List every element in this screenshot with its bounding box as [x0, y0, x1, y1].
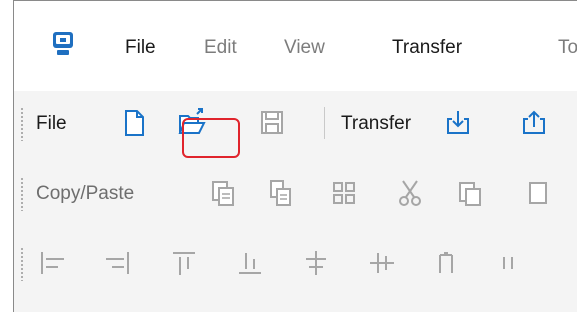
menu-tools[interactable]: To — [558, 36, 577, 60]
copy-button[interactable] — [204, 175, 240, 211]
menu-bar: File Edit View Transfer To — [14, 1, 577, 91]
center-vertical-icon — [370, 253, 394, 273]
paste-special-button[interactable] — [262, 175, 298, 211]
new-file-icon — [125, 110, 144, 136]
application-window: File Edit View Transfer To File Transfer… — [13, 0, 577, 312]
center-horizontal-button[interactable] — [298, 245, 334, 281]
menu-view[interactable]: View — [284, 36, 325, 60]
align-left-button[interactable] — [34, 245, 70, 281]
align-bottom-button[interactable] — [232, 245, 268, 281]
cut-button[interactable] — [392, 175, 428, 211]
file-toolbar: File Transfer — [14, 91, 577, 155]
select-all-button[interactable] — [326, 175, 362, 211]
toolbar-grip[interactable] — [21, 107, 23, 141]
menu-file[interactable]: File — [125, 36, 156, 60]
align-toolbar — [14, 231, 577, 295]
clipboard-button[interactable] — [522, 175, 558, 211]
toolbar-separator — [324, 107, 325, 139]
align-right-button[interactable] — [100, 245, 136, 281]
receive-icon — [447, 111, 469, 134]
center-horizontal-icon — [306, 251, 326, 275]
receive-button[interactable] — [440, 105, 476, 141]
open-button-highlight — [182, 118, 240, 158]
transfer-toolbar-label: Transfer — [341, 113, 412, 134]
align-baseline-icon — [439, 252, 453, 273]
paste-special-icon — [270, 180, 291, 206]
paste-icon — [459, 182, 481, 206]
menu-edit[interactable]: Edit — [204, 36, 237, 60]
copy-paste-toolbar-label: Copy/Paste — [36, 183, 135, 204]
toolbar-grip[interactable] — [21, 247, 23, 281]
align-bottom-icon — [239, 253, 261, 274]
copy-paste-toolbar: Copy/Paste — [14, 161, 577, 225]
align-left-icon — [41, 252, 64, 274]
file-toolbar-label: File — [36, 113, 67, 134]
align-right-icon — [106, 252, 129, 274]
clipboard-icon — [529, 182, 547, 204]
save-disk-icon — [261, 111, 283, 134]
send-button[interactable] — [516, 105, 552, 141]
copy-icon — [212, 181, 234, 206]
save-file-button[interactable] — [254, 105, 290, 141]
send-icon — [523, 110, 545, 134]
menu-transfer[interactable]: Transfer — [392, 36, 462, 60]
distribute-icon — [503, 257, 513, 269]
toolbar-grip[interactable] — [21, 177, 23, 211]
align-top-button[interactable] — [166, 245, 202, 281]
paste-button[interactable] — [452, 175, 488, 211]
center-vertical-button[interactable] — [364, 245, 400, 281]
scissors-icon — [399, 180, 421, 206]
align-baseline-button[interactable] — [428, 245, 464, 281]
app-icon — [53, 32, 73, 55]
new-file-button[interactable] — [116, 105, 152, 141]
distribute-button[interactable] — [490, 245, 526, 281]
align-top-icon — [173, 252, 195, 275]
grid-icon — [333, 182, 355, 204]
